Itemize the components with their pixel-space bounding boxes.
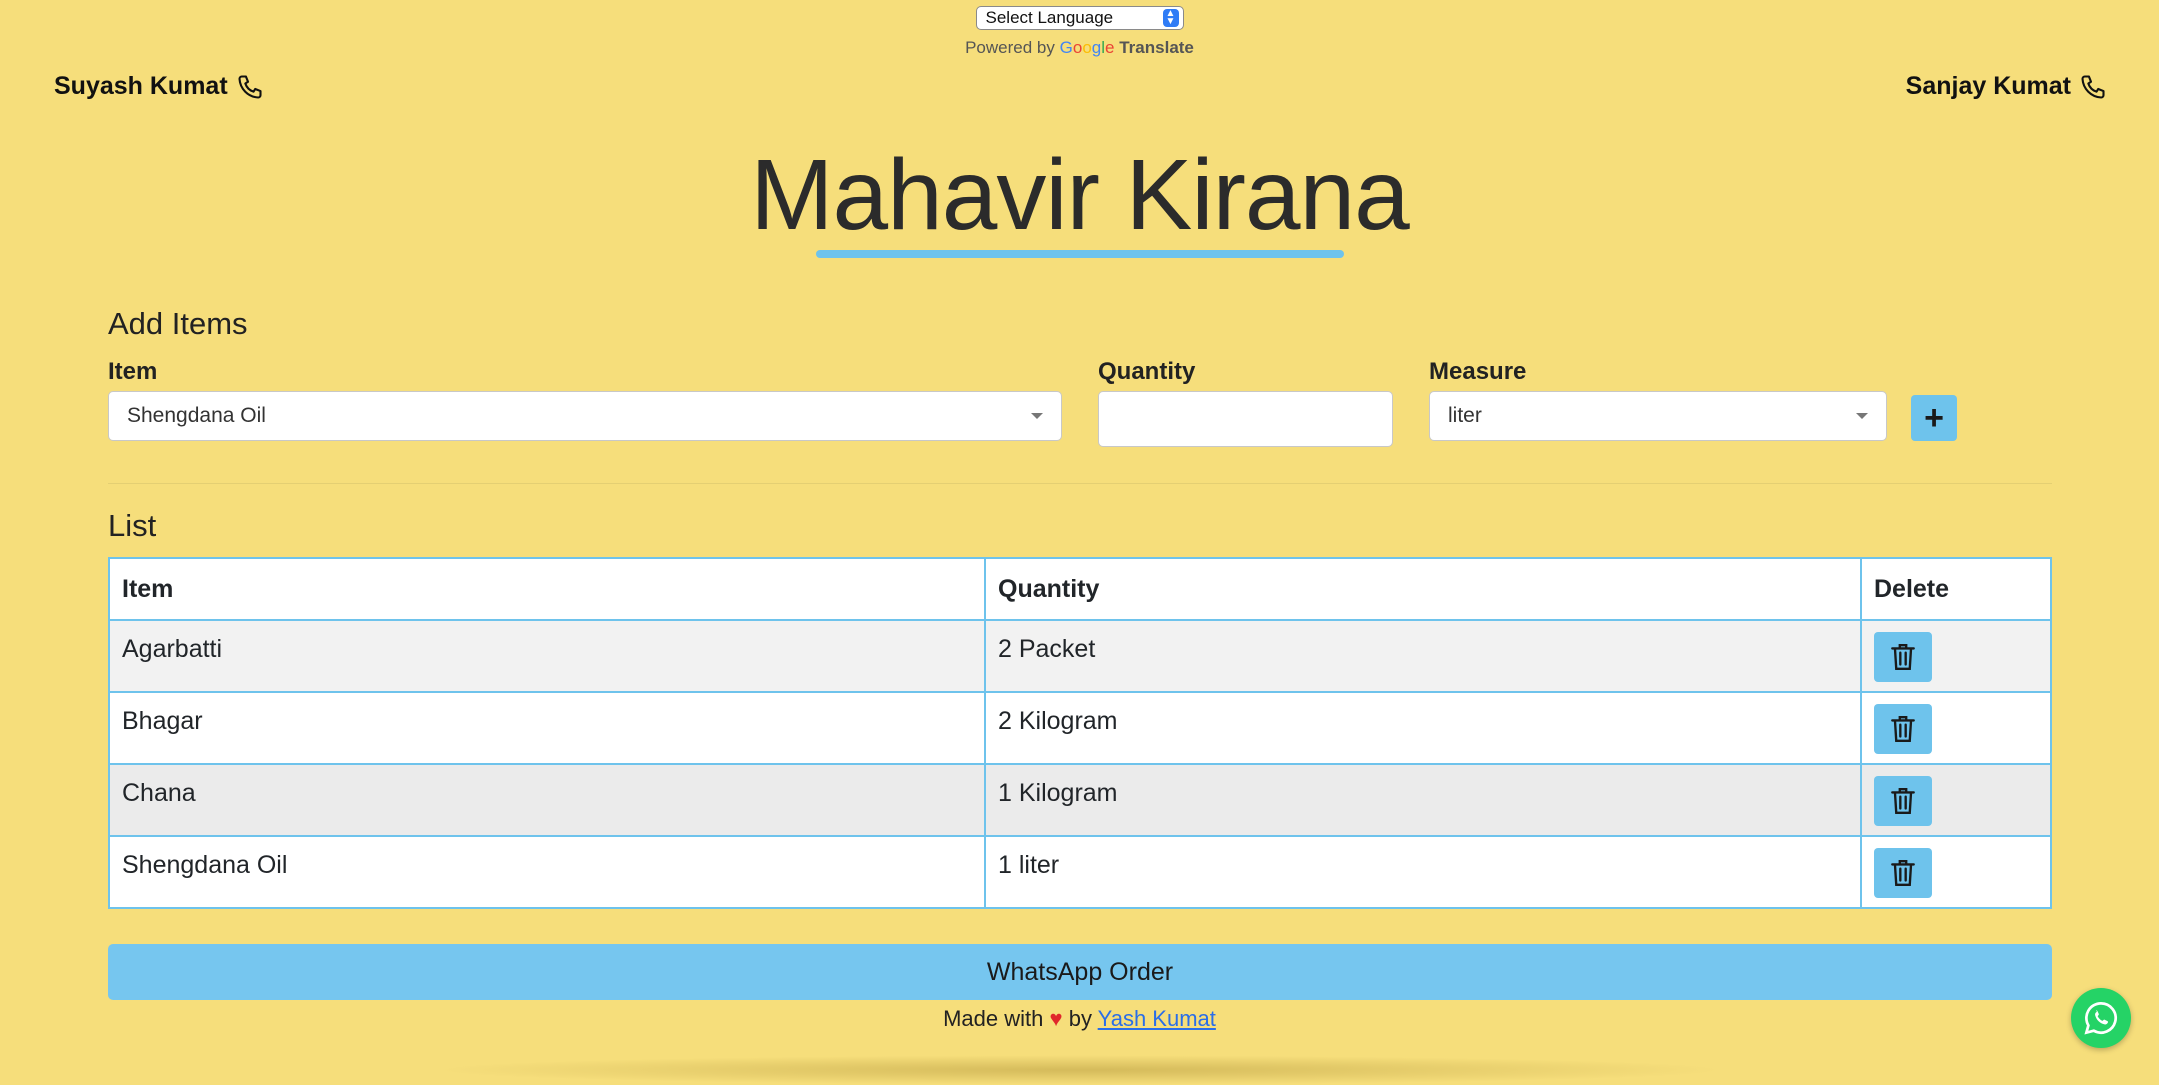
contact-left-name: Suyash Kumat — [54, 72, 228, 100]
cell-item: Bhagar — [108, 691, 986, 765]
table-row: Agarbatti 2 Packet — [108, 619, 2052, 693]
measure-label: Measure — [1429, 358, 1527, 385]
whatsapp-order-button[interactable]: WhatsApp Order — [108, 944, 2052, 1000]
powered-by-label: Powered by — [965, 38, 1055, 57]
table-row: Bhagar 2 Kilogram — [108, 691, 2052, 765]
trash-icon — [1891, 860, 1915, 886]
cell-item: Chana — [108, 763, 986, 837]
cell-delete — [1860, 763, 2052, 837]
footer-by: by — [1068, 1006, 1092, 1031]
bottom-shadow — [430, 1055, 1730, 1085]
contact-right[interactable]: Sanjay Kumat — [1906, 72, 2107, 101]
measure-select-value: liter — [1448, 404, 1482, 427]
delete-button[interactable] — [1874, 704, 1932, 754]
table-row: Chana 1 Kilogram — [108, 763, 2052, 837]
heart-icon: ♥ — [1049, 1006, 1063, 1031]
whatsapp-icon — [2084, 1002, 2117, 1035]
trash-icon — [1891, 716, 1915, 742]
quantity-label: Quantity — [1098, 358, 1196, 385]
plus-icon: + — [1924, 398, 1944, 437]
table-row: Shengdana Oil 1 liter — [108, 835, 2052, 909]
title-underline — [816, 250, 1344, 258]
caret-down-icon — [1031, 413, 1043, 419]
page-title: Mahavir Kirana — [750, 139, 1410, 251]
item-label: Item — [108, 358, 158, 385]
select-arrows-icon: ▲ ▼ — [1162, 9, 1179, 27]
cell-item: Shengdana Oil — [108, 835, 986, 909]
delete-button[interactable] — [1874, 776, 1932, 826]
whatsapp-float-button[interactable] — [2071, 988, 2131, 1048]
footer: Made with ♥ by Yash Kumat — [0, 1006, 2159, 1032]
language-select[interactable]: Select Language ▲ ▼ — [975, 6, 1184, 30]
add-item-button[interactable]: + — [1911, 395, 1957, 441]
items-table: Item Quantity Delete Agarbatti 2 Packet … — [108, 557, 2052, 909]
phone-icon — [2079, 73, 2107, 101]
item-select[interactable]: Shengdana Oil — [108, 391, 1062, 441]
table-header-row: Item Quantity Delete — [108, 557, 2052, 621]
trash-icon — [1891, 644, 1915, 670]
column-header-item: Item — [108, 557, 986, 621]
measure-select[interactable]: liter — [1429, 391, 1887, 441]
powered-by-text: Powered by Google Translate — [0, 38, 2159, 58]
phone-icon — [236, 73, 264, 101]
translate-link[interactable]: Translate — [1119, 38, 1194, 57]
quantity-input[interactable] — [1098, 391, 1393, 447]
contact-left[interactable]: Suyash Kumat — [54, 72, 264, 101]
caret-down-icon — [1856, 413, 1868, 419]
author-link[interactable]: Yash Kumat — [1098, 1006, 1216, 1031]
column-header-quantity: Quantity — [984, 557, 1862, 621]
column-header-delete: Delete — [1860, 557, 2052, 621]
cell-quantity: 1 Kilogram — [984, 763, 1862, 837]
list-heading: List — [108, 508, 157, 543]
cell-quantity: 2 Kilogram — [984, 691, 1862, 765]
cell-delete — [1860, 691, 2052, 765]
item-select-value: Shengdana Oil — [127, 404, 266, 427]
google-logo: Google — [1059, 38, 1115, 57]
contact-right-name: Sanjay Kumat — [1905, 72, 2071, 100]
divider — [108, 483, 2052, 484]
translate-widget: Select Language ▲ ▼ Powered by Google Tra… — [0, 0, 2159, 58]
cell-quantity: 1 liter — [984, 835, 1862, 909]
trash-icon — [1891, 788, 1915, 814]
footer-made-with: Made with — [943, 1006, 1044, 1031]
delete-button[interactable] — [1874, 848, 1932, 898]
cell-item: Agarbatti — [108, 619, 986, 693]
delete-button[interactable] — [1874, 632, 1932, 682]
add-items-heading: Add Items — [108, 306, 248, 341]
cell-delete — [1860, 835, 2052, 909]
cell-delete — [1860, 619, 2052, 693]
language-select-label: Select Language — [985, 8, 1114, 27]
cell-quantity: 2 Packet — [984, 619, 1862, 693]
